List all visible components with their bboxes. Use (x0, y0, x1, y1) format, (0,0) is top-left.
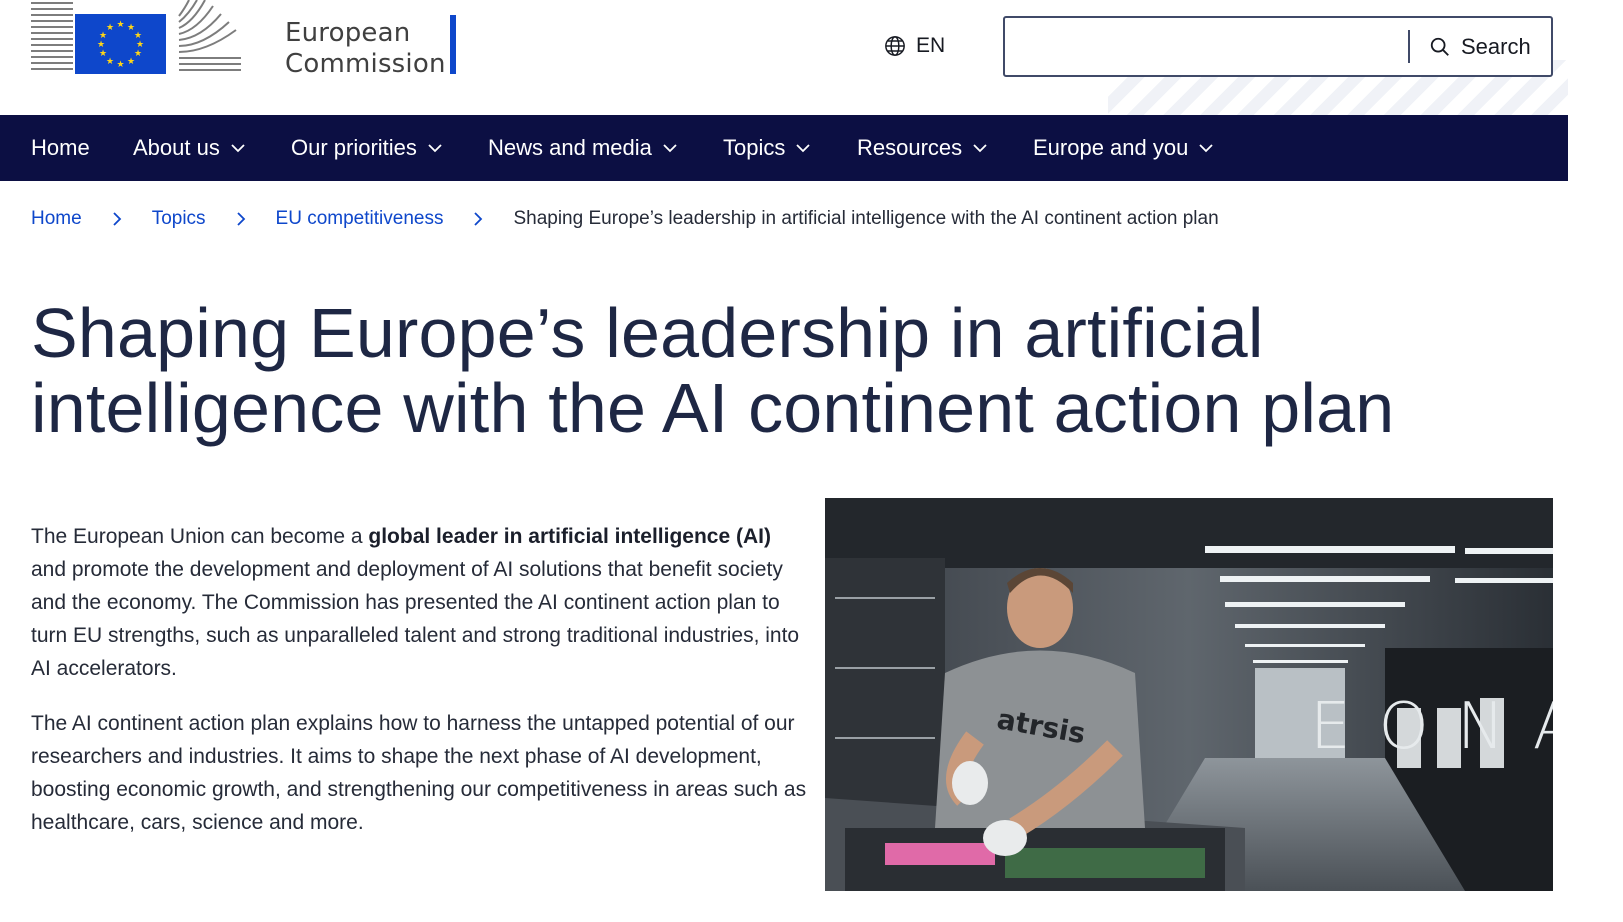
language-code: EN (916, 34, 946, 57)
intro-paragraph-1-end: and promote the development and deployme… (31, 558, 800, 680)
svg-text:★: ★ (106, 57, 114, 67)
nav-item-our-priorities[interactable]: Our priorities (291, 115, 443, 181)
nav-item-label: Topics (723, 135, 786, 160)
intro-text: The European Union can become a global l… (31, 520, 811, 861)
search-divider (1408, 30, 1410, 63)
svg-text:★: ★ (106, 23, 114, 33)
logo-line-2: Commission (285, 49, 446, 79)
nav-item-label: News and media (488, 135, 652, 160)
language-selector[interactable]: EN (884, 33, 945, 59)
chevron-down-icon (231, 144, 245, 153)
intro-paragraph-2: The AI continent action plan explains ho… (31, 712, 807, 834)
breadcrumb: Home Topics EU competitiveness Shaping E… (31, 205, 1219, 233)
search-icon (1430, 37, 1449, 56)
svg-text:★: ★ (116, 20, 124, 30)
svg-text:★: ★ (116, 60, 124, 70)
breadcrumb-link-topics[interactable]: Topics (152, 208, 206, 230)
svg-text:★: ★ (99, 49, 107, 59)
search-button-label: Search (1461, 33, 1531, 59)
chevron-down-icon (796, 144, 810, 153)
site-header: ★ ★ ★ ★ ★ ★ ★ ★ ★ ★ ★ ★ European Commission (0, 0, 1568, 115)
logo-line-1: European (285, 18, 411, 48)
nav-item-label: Home (31, 135, 90, 160)
nav-item-home[interactable]: Home (31, 115, 90, 181)
nav-item-europe-and-you[interactable]: Europe and you (1033, 115, 1214, 181)
chevron-down-icon (973, 144, 987, 153)
breadcrumb-link-home[interactable]: Home (31, 208, 82, 230)
nav-item-label: Our priorities (291, 135, 417, 160)
main-navigation: Home About us Our priorities News and me… (0, 115, 1568, 181)
chevron-right-icon (474, 212, 483, 226)
intro-paragraph-1: The European Union can become a global l… (31, 520, 811, 685)
chevron-right-icon (113, 212, 121, 226)
nav-item-resources[interactable]: Resources (857, 115, 988, 181)
supercomputer-photo: atrsis EONA (825, 498, 1553, 891)
nav-item-label: About us (133, 135, 220, 160)
search-input[interactable] (1005, 18, 1408, 75)
logo-accent-bar (450, 15, 456, 74)
intro-paragraph-1-emphasis: global leader in artificial intelligence… (368, 525, 771, 548)
chevron-down-icon (428, 144, 442, 153)
svg-text:★: ★ (134, 49, 142, 59)
intro-paragraph-1-start: The European Union can become a (31, 525, 369, 548)
breadcrumb-current: Shaping Europe’s leadership in artificia… (513, 208, 1219, 229)
search-button[interactable]: Search (1429, 18, 1531, 75)
nav-item-about-us[interactable]: About us (133, 115, 246, 181)
nav-item-label: Resources (857, 135, 963, 160)
ec-emblem-icon: ★ ★★ ★★★ ★★★ ★★★ (31, 0, 241, 74)
wall-letters: EONA (1310, 690, 1553, 764)
search-box: Search (1003, 16, 1553, 77)
svg-text:★: ★ (97, 40, 105, 50)
nav-item-label: Europe and you (1033, 135, 1189, 160)
chevron-down-icon (663, 144, 677, 153)
svg-text:★: ★ (127, 57, 135, 67)
breadcrumb-link-eu-competitiveness[interactable]: EU competitiveness (276, 208, 444, 230)
chevron-down-icon (1199, 144, 1213, 153)
hero-image: atrsis EONA (825, 498, 1553, 891)
european-commission-logo[interactable]: ★ ★ ★ ★ ★ ★ ★ ★ ★ ★ ★ ★ European Commission (31, 0, 456, 79)
nav-item-topics[interactable]: Topics (723, 115, 811, 181)
page-title: Shaping Europe’s leadership in artificia… (31, 294, 1395, 447)
chevron-right-icon (236, 212, 245, 226)
globe-icon (885, 36, 905, 56)
logo-wordmark: European Commission (285, 18, 446, 80)
nav-item-news-and-media[interactable]: News and media (488, 115, 678, 181)
